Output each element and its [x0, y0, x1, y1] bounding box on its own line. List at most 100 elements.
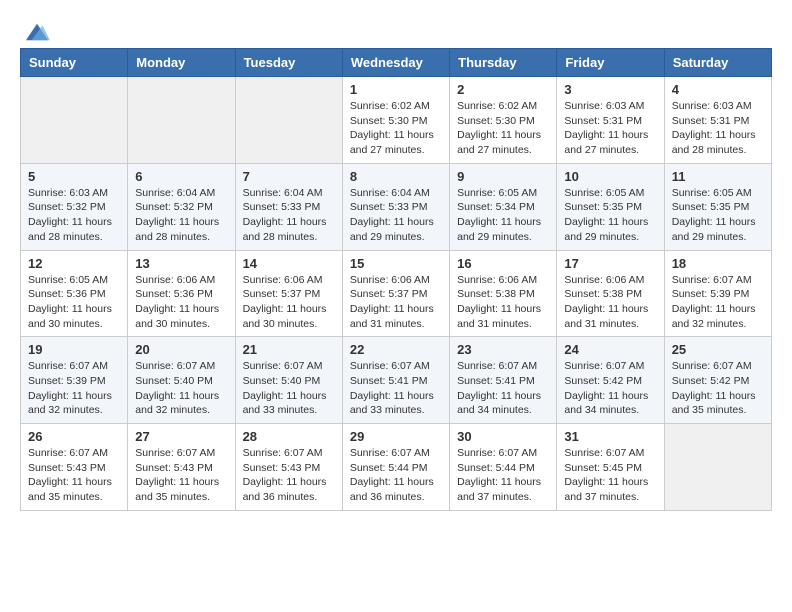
calendar-cell	[235, 77, 342, 164]
calendar-cell: 7 Sunrise: 6:04 AMSunset: 5:33 PMDaylight…	[235, 163, 342, 250]
calendar-cell: 1 Sunrise: 6:02 AMSunset: 5:30 PMDaylight…	[342, 77, 449, 164]
day-info: Sunrise: 6:07 AMSunset: 5:41 PMDaylight:…	[350, 359, 442, 418]
weekday-header-row: SundayMondayTuesdayWednesdayThursdayFrid…	[21, 49, 772, 77]
day-number: 26	[28, 429, 120, 444]
day-info: Sunrise: 6:07 AMSunset: 5:43 PMDaylight:…	[243, 446, 335, 505]
calendar-cell: 5 Sunrise: 6:03 AMSunset: 5:32 PMDaylight…	[21, 163, 128, 250]
day-number: 12	[28, 256, 120, 271]
day-number: 19	[28, 342, 120, 357]
calendar-cell	[128, 77, 235, 164]
day-info: Sunrise: 6:07 AMSunset: 5:40 PMDaylight:…	[135, 359, 227, 418]
calendar-cell: 20 Sunrise: 6:07 AMSunset: 5:40 PMDayligh…	[128, 337, 235, 424]
day-info: Sunrise: 6:05 AMSunset: 5:35 PMDaylight:…	[672, 186, 764, 245]
calendar-cell: 15 Sunrise: 6:06 AMSunset: 5:37 PMDayligh…	[342, 250, 449, 337]
day-info: Sunrise: 6:03 AMSunset: 5:31 PMDaylight:…	[672, 99, 764, 158]
calendar-cell: 31 Sunrise: 6:07 AMSunset: 5:45 PMDayligh…	[557, 424, 664, 511]
day-number: 3	[564, 82, 656, 97]
calendar-cell: 17Sunrise: 6:06 AMSunset: 5:38 PMDayligh…	[557, 250, 664, 337]
day-info: Sunrise: 6:06 AMSunset: 5:37 PMDaylight:…	[350, 273, 442, 332]
day-number: 5	[28, 169, 120, 184]
day-info: Sunrise: 6:03 AMSunset: 5:31 PMDaylight:…	[564, 99, 656, 158]
calendar-week-row: 19 Sunrise: 6:07 AMSunset: 5:39 PMDayligh…	[21, 337, 772, 424]
day-info: Sunrise: 6:06 AMSunset: 5:38 PMDaylight:…	[457, 273, 549, 332]
day-info: Sunrise: 6:07 AMSunset: 5:44 PMDaylight:…	[457, 446, 549, 505]
calendar-cell: 22 Sunrise: 6:07 AMSunset: 5:41 PMDayligh…	[342, 337, 449, 424]
day-info: Sunrise: 6:05 AMSunset: 5:36 PMDaylight:…	[28, 273, 120, 332]
logo-icon	[22, 20, 52, 44]
day-info: Sunrise: 6:05 AMSunset: 5:35 PMDaylight:…	[564, 186, 656, 245]
day-number: 8	[350, 169, 442, 184]
day-number: 23	[457, 342, 549, 357]
day-info: Sunrise: 6:06 AMSunset: 5:36 PMDaylight:…	[135, 273, 227, 332]
day-info: Sunrise: 6:07 AMSunset: 5:44 PMDaylight:…	[350, 446, 442, 505]
calendar-week-row: 5 Sunrise: 6:03 AMSunset: 5:32 PMDaylight…	[21, 163, 772, 250]
weekday-header-friday: Friday	[557, 49, 664, 77]
day-info: Sunrise: 6:07 AMSunset: 5:45 PMDaylight:…	[564, 446, 656, 505]
calendar-cell: 9 Sunrise: 6:05 AMSunset: 5:34 PMDaylight…	[450, 163, 557, 250]
calendar-week-row: 12 Sunrise: 6:05 AMSunset: 5:36 PMDayligh…	[21, 250, 772, 337]
day-number: 9	[457, 169, 549, 184]
page-header	[20, 20, 772, 36]
calendar-cell: 26 Sunrise: 6:07 AMSunset: 5:43 PMDayligh…	[21, 424, 128, 511]
calendar-cell: 10 Sunrise: 6:05 AMSunset: 5:35 PMDayligh…	[557, 163, 664, 250]
calendar-cell: 18 Sunrise: 6:07 AMSunset: 5:39 PMDayligh…	[664, 250, 771, 337]
day-info: Sunrise: 6:07 AMSunset: 5:43 PMDaylight:…	[28, 446, 120, 505]
day-info: Sunrise: 6:07 AMSunset: 5:41 PMDaylight:…	[457, 359, 549, 418]
calendar-cell: 29 Sunrise: 6:07 AMSunset: 5:44 PMDayligh…	[342, 424, 449, 511]
day-number: 18	[672, 256, 764, 271]
day-info: Sunrise: 6:03 AMSunset: 5:32 PMDaylight:…	[28, 186, 120, 245]
day-info: Sunrise: 6:04 AMSunset: 5:33 PMDaylight:…	[243, 186, 335, 245]
day-info: Sunrise: 6:02 AMSunset: 5:30 PMDaylight:…	[350, 99, 442, 158]
day-number: 14	[243, 256, 335, 271]
day-info: Sunrise: 6:07 AMSunset: 5:39 PMDaylight:…	[28, 359, 120, 418]
day-info: Sunrise: 6:06 AMSunset: 5:37 PMDaylight:…	[243, 273, 335, 332]
day-info: Sunrise: 6:02 AMSunset: 5:30 PMDaylight:…	[457, 99, 549, 158]
calendar-cell: 6 Sunrise: 6:04 AMSunset: 5:32 PMDaylight…	[128, 163, 235, 250]
day-number: 31	[564, 429, 656, 444]
day-number: 10	[564, 169, 656, 184]
calendar-cell: 28 Sunrise: 6:07 AMSunset: 5:43 PMDayligh…	[235, 424, 342, 511]
day-number: 1	[350, 82, 442, 97]
day-info: Sunrise: 6:07 AMSunset: 5:42 PMDaylight:…	[564, 359, 656, 418]
calendar-cell: 2 Sunrise: 6:02 AMSunset: 5:30 PMDaylight…	[450, 77, 557, 164]
day-info: Sunrise: 6:07 AMSunset: 5:39 PMDaylight:…	[672, 273, 764, 332]
calendar-cell	[664, 424, 771, 511]
weekday-header-tuesday: Tuesday	[235, 49, 342, 77]
weekday-header-wednesday: Wednesday	[342, 49, 449, 77]
day-info: Sunrise: 6:07 AMSunset: 5:40 PMDaylight:…	[243, 359, 335, 418]
day-number: 29	[350, 429, 442, 444]
weekday-header-sunday: Sunday	[21, 49, 128, 77]
day-number: 25	[672, 342, 764, 357]
day-number: 20	[135, 342, 227, 357]
calendar-week-row: 1 Sunrise: 6:02 AMSunset: 5:30 PMDaylight…	[21, 77, 772, 164]
day-number: 6	[135, 169, 227, 184]
calendar-cell: 19 Sunrise: 6:07 AMSunset: 5:39 PMDayligh…	[21, 337, 128, 424]
day-number: 7	[243, 169, 335, 184]
calendar-cell	[21, 77, 128, 164]
day-number: 15	[350, 256, 442, 271]
day-number: 27	[135, 429, 227, 444]
calendar-cell: 30 Sunrise: 6:07 AMSunset: 5:44 PMDayligh…	[450, 424, 557, 511]
calendar-cell: 8Sunrise: 6:04 AMSunset: 5:33 PMDaylight…	[342, 163, 449, 250]
day-info: Sunrise: 6:07 AMSunset: 5:42 PMDaylight:…	[672, 359, 764, 418]
logo	[20, 20, 52, 36]
day-number: 2	[457, 82, 549, 97]
calendar-cell: 27 Sunrise: 6:07 AMSunset: 5:43 PMDayligh…	[128, 424, 235, 511]
day-number: 24	[564, 342, 656, 357]
day-number: 13	[135, 256, 227, 271]
day-info: Sunrise: 6:04 AMSunset: 5:32 PMDaylight:…	[135, 186, 227, 245]
calendar-cell: 16Sunrise: 6:06 AMSunset: 5:38 PMDayligh…	[450, 250, 557, 337]
day-number: 28	[243, 429, 335, 444]
calendar-cell: 13 Sunrise: 6:06 AMSunset: 5:36 PMDayligh…	[128, 250, 235, 337]
weekday-header-monday: Monday	[128, 49, 235, 77]
day-info: Sunrise: 6:05 AMSunset: 5:34 PMDaylight:…	[457, 186, 549, 245]
day-number: 22	[350, 342, 442, 357]
calendar-cell: 24 Sunrise: 6:07 AMSunset: 5:42 PMDayligh…	[557, 337, 664, 424]
day-number: 30	[457, 429, 549, 444]
day-info: Sunrise: 6:07 AMSunset: 5:43 PMDaylight:…	[135, 446, 227, 505]
weekday-header-thursday: Thursday	[450, 49, 557, 77]
day-number: 4	[672, 82, 764, 97]
calendar-cell: 23 Sunrise: 6:07 AMSunset: 5:41 PMDayligh…	[450, 337, 557, 424]
calendar-week-row: 26 Sunrise: 6:07 AMSunset: 5:43 PMDayligh…	[21, 424, 772, 511]
day-info: Sunrise: 6:06 AMSunset: 5:38 PMDaylight:…	[564, 273, 656, 332]
